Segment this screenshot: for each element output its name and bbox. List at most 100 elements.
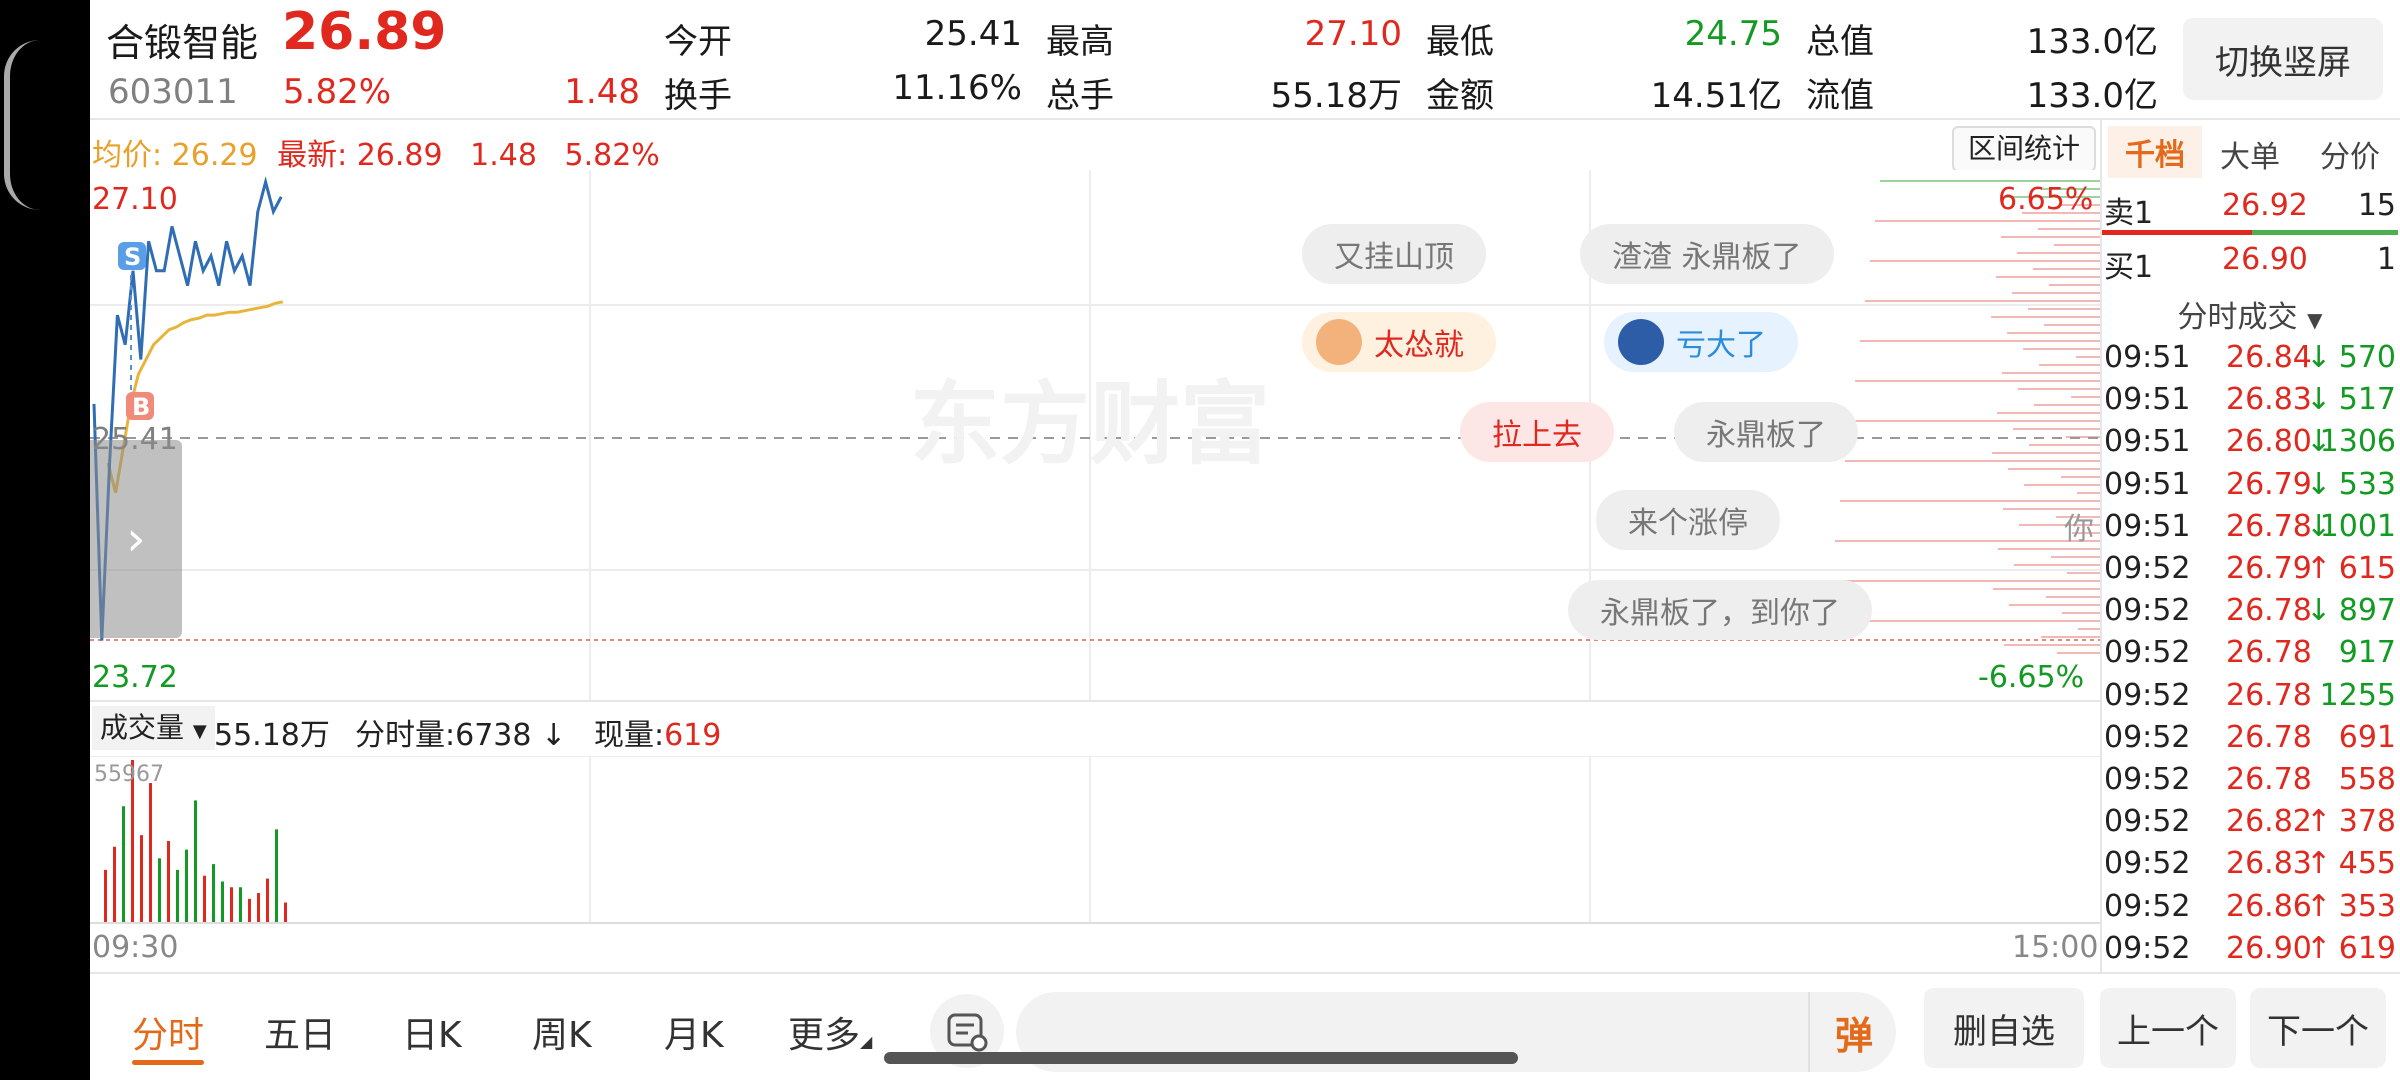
danmu-toggle-button[interactable]: 弹 [1808,992,1898,1072]
depth-bar [2023,348,2100,350]
volume-bar [104,869,107,922]
remove-favorite-button[interactable]: 删自选 [1924,988,2084,1068]
ask-qty: 15 [2357,188,2396,223]
tick-row: 09:52 26.79 ↑ 615 [2102,551,2398,595]
danmu-comment: 你 [2064,512,2094,547]
tick-qty: 897 [2338,593,2396,629]
chart-info-row: 均价: 26.29 最新: 26.89 1.48 5.82% [92,130,660,174]
depth-bar [1840,500,2100,502]
tick-qty: 1001 [2319,508,2396,544]
stock-name: 合锻智能 [106,21,259,65]
tick-qty: 378 [2338,804,2396,840]
tick-qty: 353 [2338,888,2396,924]
tab-intraday[interactable]: 分时 [132,1006,204,1058]
depth-bar [2028,308,2100,310]
volume-bar [248,898,251,922]
next-stock-button[interactable]: 下一个 [2250,988,2386,1068]
tick-row: 09:52 26.78 691 [2102,720,2398,764]
volume-bar [266,878,269,922]
depth-bar [2049,284,2100,286]
tick-row: 09:52 26.82 ↑ 378 [2102,804,2398,848]
depth-bar [2008,468,2100,470]
dropdown-triangle-icon: ▼ [192,721,207,742]
current-volume-value: 619 [664,718,722,753]
volume-chart[interactable] [90,756,2100,922]
tab-daily-k[interactable]: 日K [402,1006,462,1058]
change-amount: 1.48 [564,72,640,112]
tick-qty: 619 [2338,930,2396,966]
time-start-label: 09:30 [92,930,179,965]
tick-arrow: ↓ [2306,466,2332,502]
tick-price: 26.78 [2226,508,2312,544]
tick-qty: 1306 [2319,424,2396,460]
depth-bar [1993,588,2100,590]
avg-price-label: 均价: 26.29 [92,138,258,173]
tick-row: 09:52 26.90 ↑ 619 [2102,931,2398,975]
stat-label-low: 最低 [1426,22,1494,62]
stat-value-total-value: 133.0亿 [2026,22,2158,62]
tick-time: 09:51 [2104,424,2191,460]
depth-bar [2076,356,2100,358]
tick-row: 09:51 26.80 ↓ 1306 [2102,424,2398,468]
depth-bar [2038,228,2100,230]
tick-row: 09:51 26.83 ↓ 517 [2102,382,2398,426]
volume-bar [185,849,188,922]
stat-value-volume: 55.18万 [1270,76,1402,116]
danmu-text: 太怂就 [1374,328,1464,363]
depth-bar [1998,548,2100,550]
ask-label: 卖1 [2104,196,2154,231]
tick-price: 26.79 [2226,466,2312,502]
tab-big-orders[interactable]: 大单 [2220,132,2280,176]
gesture-bar[interactable] [884,1052,1518,1064]
tick-row: 09:51 26.78 ↓ 1001 [2102,509,2398,553]
tick-time: 09:52 [2104,762,2191,797]
stat-value-high: 27.10 [1304,14,1402,54]
volume-bar [230,887,233,922]
danmu-comment: 亏大了 [1604,312,1798,372]
high-price-label: 27.10 [92,182,178,217]
active-tab-indicator [132,1060,204,1065]
ask-bid-ratio-green [2252,230,2398,235]
stat-value-open: 25.41 [924,14,1022,54]
tick-qty: 558 [2338,762,2396,797]
depth-bar [2009,604,2100,606]
tab-five-day[interactable]: 五日 [264,1006,336,1058]
tick-time: 09:52 [2104,846,2191,882]
tab-weekly-k[interactable]: 周K [532,1006,592,1058]
volume-grid [90,756,2100,922]
current-volume-label: 现量: [594,718,665,753]
danmu-comment: 又挂山顶 [1302,224,1486,284]
depth-bar [2062,612,2100,614]
volume-total: 55.18万 [214,718,330,753]
depth-bar [1860,340,2100,342]
range-stats-button[interactable]: 区间统计 [1952,126,2097,172]
volume-bar [275,829,278,922]
depth-bar [1855,380,2100,382]
depth-bar [2007,332,2100,334]
tick-arrow: ↑ [2306,551,2332,586]
ticks-title[interactable]: 分时成交 ▼ [2102,292,2398,336]
tick-row: 09:52 26.78 ↓ 897 [2102,593,2398,637]
depth-bar [2054,244,2100,246]
expand-panel-handle[interactable]: › [90,440,182,638]
stat-label-float-value: 流值 [1806,76,1874,116]
volume-bar [212,864,215,922]
bid-label: 买1 [2104,250,2154,285]
stat-label-amount: 金额 [1426,76,1494,116]
tab-more[interactable]: 更多◢ [788,1006,872,1058]
volume-max-label: 55967 [94,762,164,787]
tick-qty: 917 [2338,635,2396,671]
switch-portrait-button[interactable]: 切换竖屏 [2183,18,2383,100]
danmu-comment: 太怂就 [1302,312,1496,372]
volume-bar [149,783,152,922]
tab-price-distribution[interactable]: 分价 [2320,132,2380,176]
tab-monthly-k[interactable]: 月K [664,1006,724,1058]
stock-code: 603011 [108,72,238,112]
depth-bar [2034,404,2100,406]
tick-price: 26.90 [2226,930,2312,966]
ticks-title-label: 分时成交 [2177,300,2298,335]
watermark: 东方财富 [910,372,1270,477]
volume-selector[interactable]: 成交量 ▼ [92,706,215,750]
previous-stock-button[interactable]: 上一个 [2100,988,2236,1068]
tab-thousand-level[interactable]: 千档 [2108,126,2202,178]
